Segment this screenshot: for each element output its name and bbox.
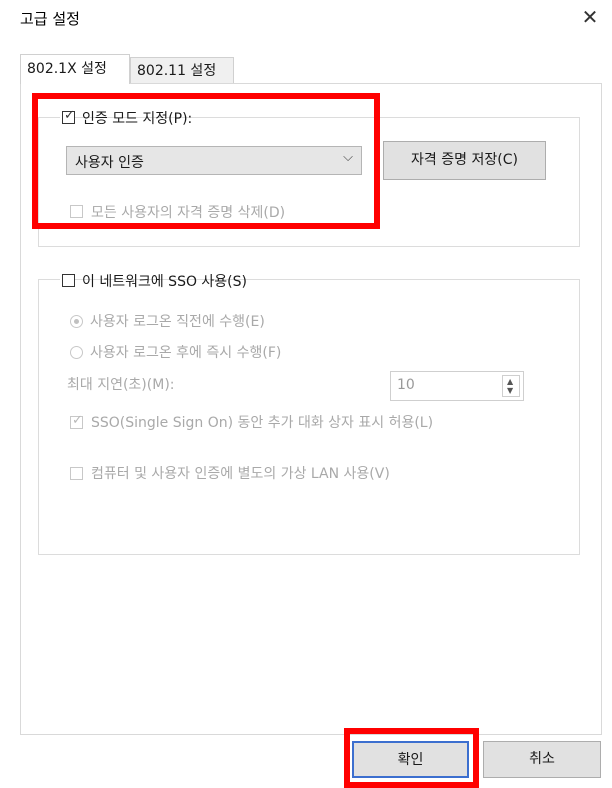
ok-button[interactable]: 확인 [352, 741, 469, 778]
sso-checkbox[interactable] [62, 274, 75, 287]
sso-label: 이 네트워크에 SSO 사용(S) [82, 274, 247, 290]
checkmark-icon: ✓ [72, 413, 83, 428]
auth-mode-label: 인증 모드 지정(P): [82, 111, 193, 127]
tab-802-1x[interactable]: 802.1X 설정 [20, 54, 130, 84]
save-credentials-button[interactable]: 자격 증명 저장(C) [383, 141, 546, 180]
max-delay-spinner[interactable]: 10 ▲ ▼ [390, 371, 524, 401]
chevron-up-icon[interactable]: ▲ [507, 377, 513, 386]
auth-mode-checkbox[interactable]: ✓ [62, 108, 75, 124]
delete-all-credentials-checkbox[interactable] [70, 205, 83, 218]
radio-before-logon[interactable] [70, 315, 83, 328]
tab-802-11[interactable]: 802.11 설정 [130, 57, 234, 83]
max-delay-label: 최대 지연(초)(M): [67, 377, 175, 393]
auth-mode-group [38, 117, 580, 247]
separate-vlan-label: 컴퓨터 및 사용자 인증에 별도의 가상 LAN 사용(V) [91, 466, 390, 482]
radio-dot-icon [74, 319, 79, 324]
cancel-button[interactable]: 취소 [483, 741, 601, 778]
max-delay-value: 10 [397, 377, 415, 393]
checkmark-icon: ✓ [64, 108, 75, 123]
auth-mode-dropdown[interactable]: 사용자 인증 ⌵ [66, 146, 362, 175]
chevron-down-icon: ⌵ [343, 150, 353, 165]
allow-dialogs-checkbox[interactable]: ✓ [70, 413, 83, 429]
radio-after-logon[interactable] [70, 346, 83, 359]
spinner-arrows[interactable]: ▲ ▼ [502, 375, 520, 397]
close-icon[interactable]: ✕ [577, 4, 603, 30]
sso-header: 이 네트워크에 SSO 사용(S) [60, 270, 247, 290]
allow-dialogs-label: SSO(Single Sign On) 동안 추가 대화 상자 표시 허용(L) [91, 415, 434, 431]
radio-before-logon-label: 사용자 로그온 직전에 수행(E) [90, 314, 265, 330]
separate-vlan-checkbox[interactable] [70, 467, 83, 480]
auth-mode-selected-value: 사용자 인증 [75, 155, 144, 171]
window-title: 고급 설정 [20, 10, 80, 28]
auth-mode-header: ✓ 인증 모드 지정(P): [60, 107, 192, 127]
radio-after-logon-label: 사용자 로그온 후에 즉시 수행(F) [90, 345, 282, 361]
chevron-down-icon[interactable]: ▼ [507, 386, 513, 395]
delete-all-credentials-label: 모든 사용자의 자격 증명 삭제(D) [91, 205, 286, 221]
